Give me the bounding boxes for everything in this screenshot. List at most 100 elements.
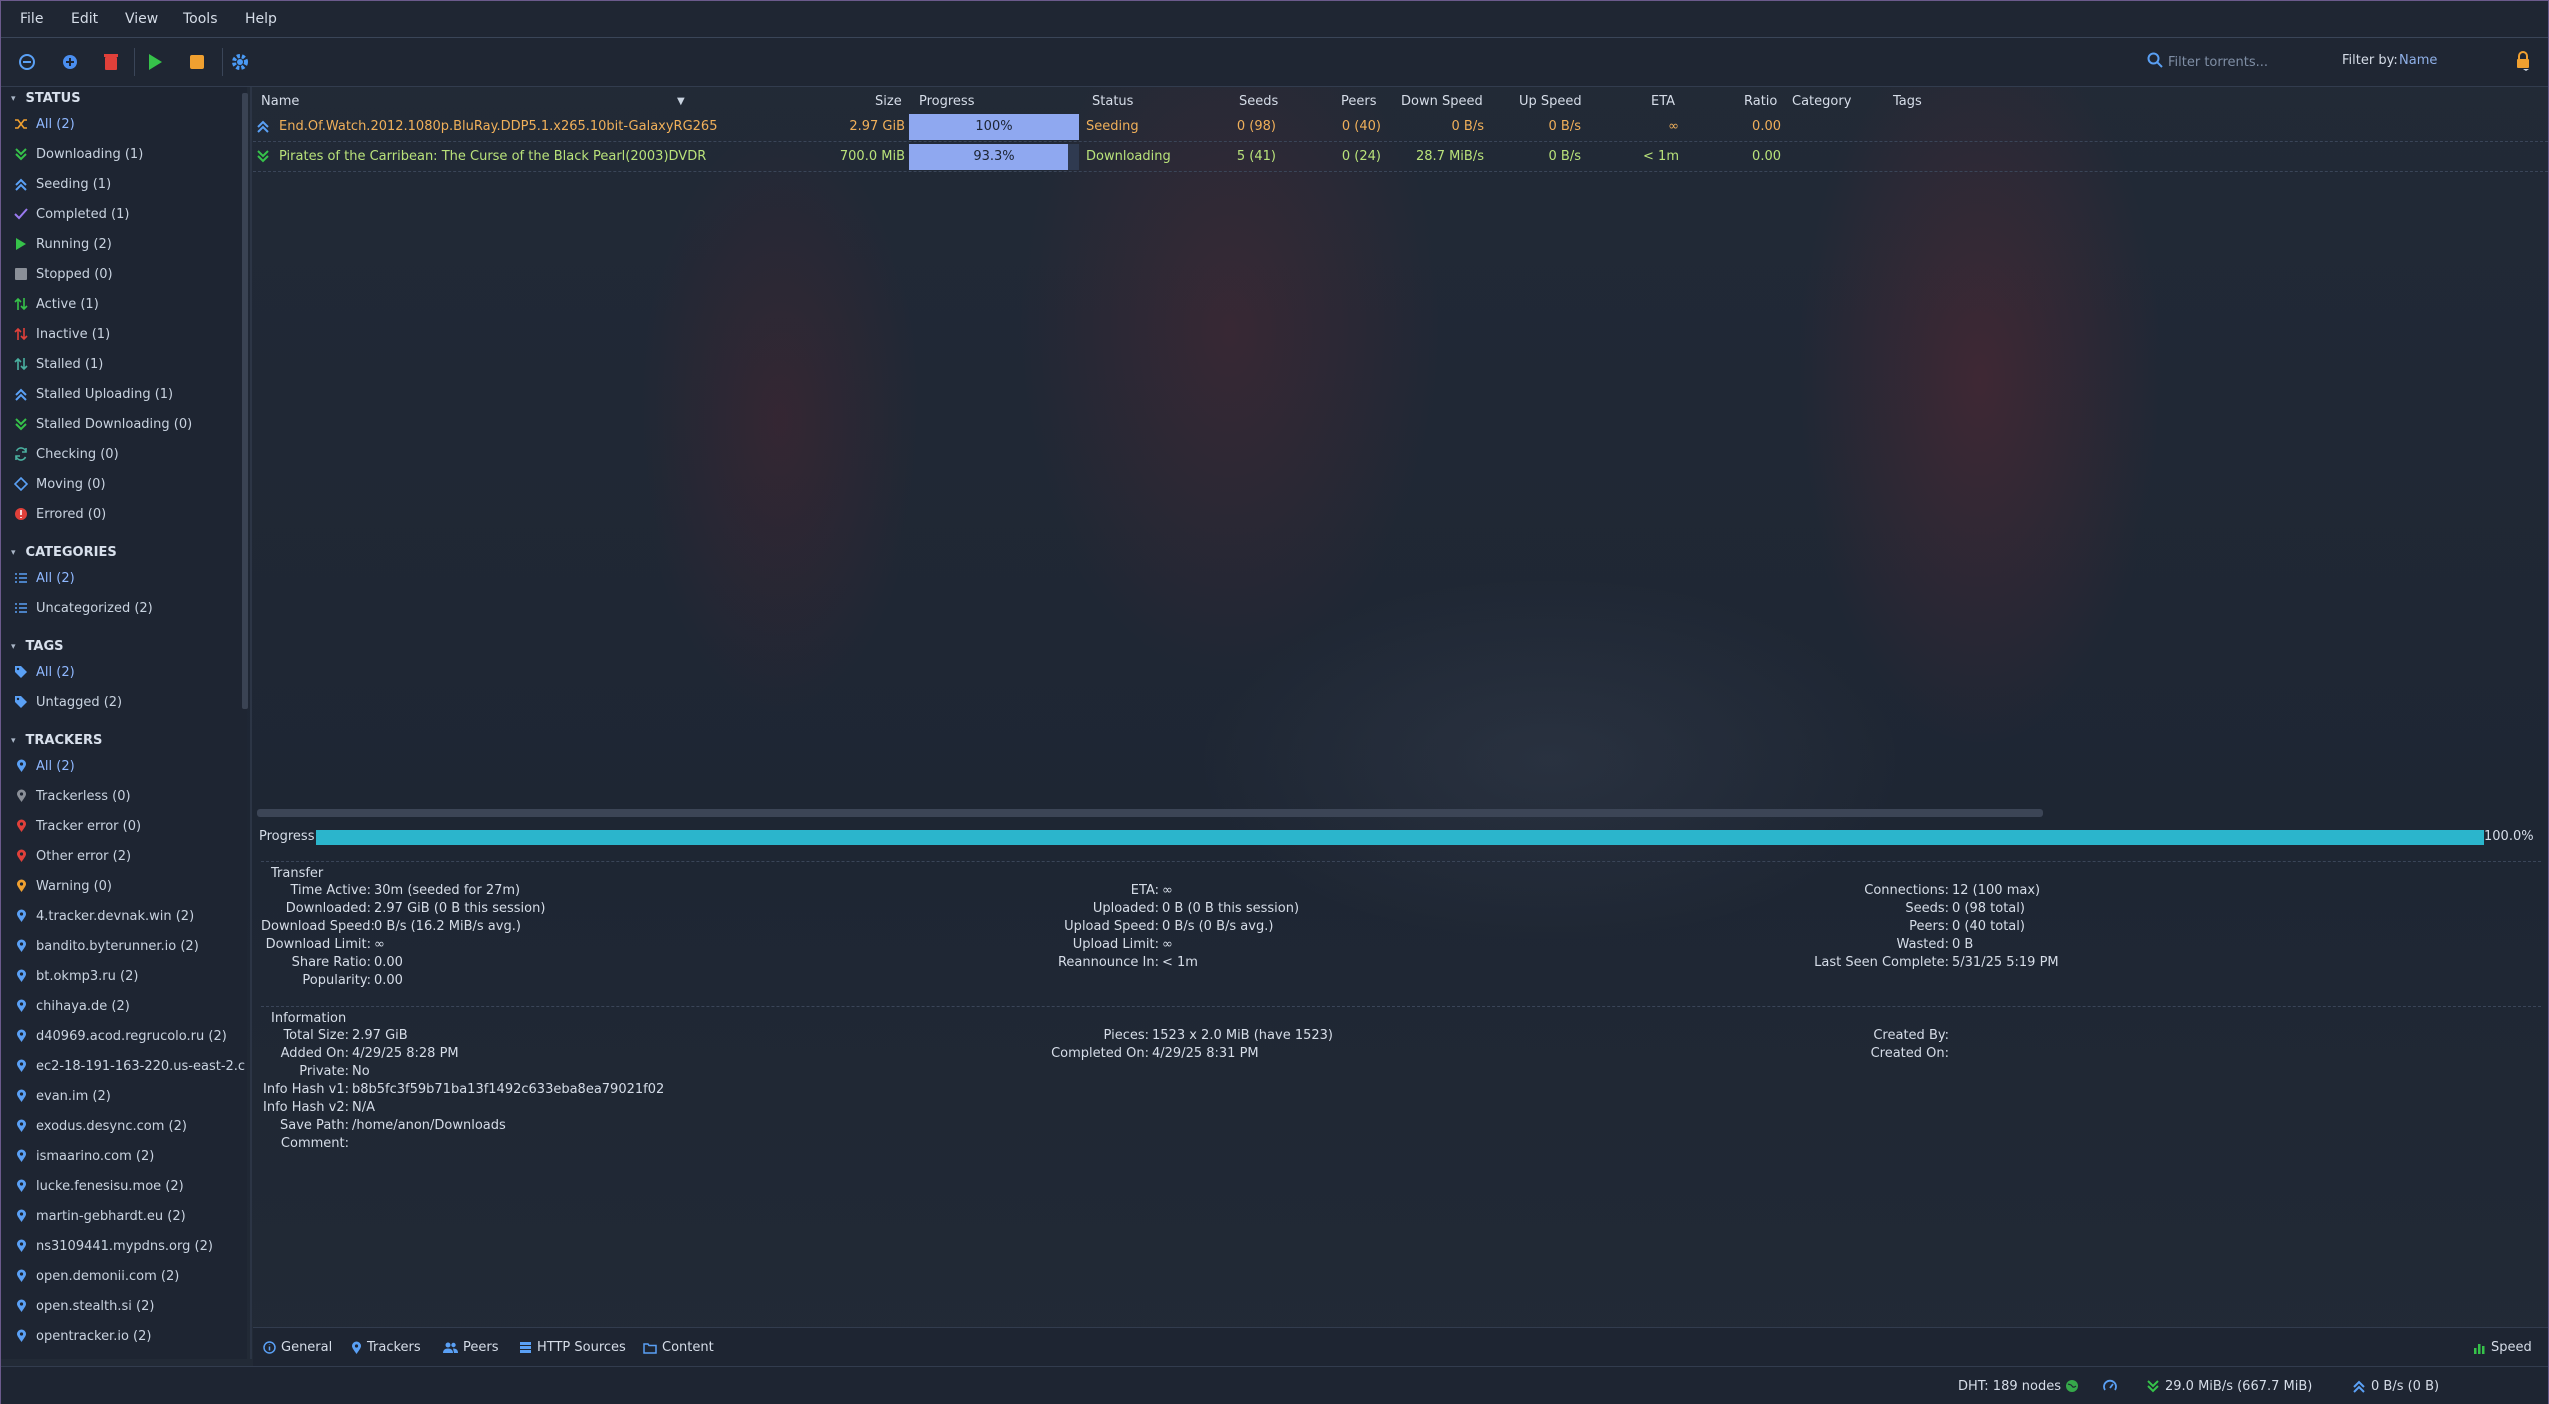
tracker-filter-item[interactable]: Trackerless (0) <box>13 785 245 807</box>
tab-http-sources[interactable]: HTTP Sources <box>519 1340 626 1355</box>
col-ratio[interactable]: Ratio <box>1744 94 1777 109</box>
menu-view[interactable]: View <box>125 11 158 27</box>
tracker-filter-item[interactable]: opentracker.io (2) <box>13 1325 245 1347</box>
tab-peers[interactable]: Peers <box>443 1340 499 1355</box>
torrent-name: Pirates of the Carribean: The Curse of t… <box>279 149 707 164</box>
tracker-filter-item[interactable]: ismaarino.com (2) <box>13 1145 245 1167</box>
download-speed-status[interactable]: 29.0 MiB/s (667.7 MiB) <box>2147 1379 2312 1394</box>
col-seeds[interactable]: Seeds <box>1239 94 1278 109</box>
col-up-speed[interactable]: Up Speed <box>1519 94 1582 109</box>
tracker-filter-item-label: evan.im (2) <box>36 1088 111 1104</box>
add-torrent-file-button[interactable] <box>58 50 82 74</box>
status-filter-item[interactable]: Running (2) <box>13 233 245 255</box>
tracker-filter-item[interactable]: bandito.byterunner.io (2) <box>13 935 245 957</box>
tracker-filter-item[interactable]: Warning (0) <box>13 875 245 897</box>
status-filter-item[interactable]: Inactive (1) <box>13 323 245 345</box>
col-size[interactable]: Size <box>875 94 902 109</box>
status-filter-item[interactable]: Stalled (1) <box>13 353 245 375</box>
map-pin-icon <box>13 1298 29 1314</box>
tracker-filter-item[interactable]: open.stealth.si (2) <box>13 1295 245 1317</box>
detail-field: Completed On: 4/29/25 8:31 PM <box>1013 1046 1259 1061</box>
status-filter-item[interactable]: Active (1) <box>13 293 245 315</box>
status-filter-item[interactable]: Stalled Uploading (1) <box>13 383 245 405</box>
map-pin-icon <box>13 1268 29 1284</box>
col-peers[interactable]: Peers <box>1341 94 1377 109</box>
tab-content[interactable]: Content <box>643 1340 714 1355</box>
lock-icon[interactable] <box>2515 51 2531 71</box>
connection-status[interactable] <box>2065 1379 2079 1393</box>
status-section-header[interactable]: ▾ STATUS <box>11 91 81 106</box>
col-down-speed[interactable]: Down Speed <box>1401 94 1483 109</box>
torrent-progress-bar: 93.3% <box>909 144 1079 170</box>
filter-by-select[interactable]: Name <box>2399 53 2437 68</box>
upload-speed-status[interactable]: 0 B/s (0 B) <box>2353 1379 2439 1394</box>
status-filter-item[interactable]: Completed (1) <box>13 203 245 225</box>
resume-button[interactable] <box>143 50 167 74</box>
torrent-eta: ∞ <box>1668 119 1679 134</box>
sidebar-scrollbar[interactable] <box>242 93 248 709</box>
torrent-list-hscrollbar[interactable] <box>257 809 2043 817</box>
col-tags[interactable]: Tags <box>1893 94 1922 109</box>
add-torrent-link-button[interactable] <box>15 50 39 74</box>
torrent-row[interactable]: Pirates of the Carribean: The Curse of t… <box>253 143 2548 172</box>
delete-torrent-button[interactable] <box>99 50 123 74</box>
tracker-filter-item[interactable]: martin-gebhardt.eu (2) <box>13 1205 245 1227</box>
detail-field-value: 0 B/s (16.2 MiB/s avg.) <box>374 919 521 934</box>
detail-field-value: 2.97 GiB <box>352 1028 408 1043</box>
status-filter-item[interactable]: Moving (0) <box>13 473 245 495</box>
tracker-filter-item[interactable]: lucke.fenesisu.moe (2) <box>13 1175 245 1197</box>
tab-trackers[interactable]: Trackers <box>351 1340 421 1355</box>
speed-button[interactable]: Speed <box>2473 1340 2532 1355</box>
torrent-down-speed: 0 B/s <box>1451 119 1484 134</box>
tracker-filter-item-label: Warning (0) <box>36 878 112 894</box>
tag-icon <box>13 694 29 710</box>
options-button[interactable] <box>228 50 252 74</box>
tab-general[interactable]: General <box>263 1340 332 1355</box>
tracker-filter-item[interactable]: 4.tracker.devnak.win (2) <box>13 905 245 927</box>
menu-file[interactable]: File <box>20 11 43 27</box>
col-eta[interactable]: ETA <box>1651 94 1675 109</box>
tracker-filter-item[interactable]: exodus.desync.com (2) <box>13 1115 245 1137</box>
tracker-filter-item[interactable]: All (2) <box>13 755 245 777</box>
menu-tools[interactable]: Tools <box>183 11 218 27</box>
detail-field: Created By: <box>1753 1028 1952 1043</box>
tracker-filter-item[interactable]: d40969.acod.regrucolo.ru (2) <box>13 1025 245 1047</box>
alt-speed-toggle[interactable] <box>2103 1379 2117 1393</box>
tracker-filter-item[interactable]: ec2-18-191-163-220.us-east-2.co... <box>13 1055 245 1077</box>
tag-filter-item[interactable]: Untagged (2) <box>13 691 245 713</box>
status-filter-item[interactable]: Checking (0) <box>13 443 245 465</box>
status-filter-item[interactable]: Downloading (1) <box>13 143 245 165</box>
detail-field-key: Info Hash v2: <box>263 1100 349 1115</box>
status-filter-item[interactable]: Stopped (0) <box>13 263 245 285</box>
tracker-filter-item[interactable]: ns3109441.mypdns.org (2) <box>13 1235 245 1257</box>
tracker-filter-item[interactable]: open.demonii.com (2) <box>13 1265 245 1287</box>
menu-help[interactable]: Help <box>245 11 277 27</box>
stop-button[interactable] <box>185 50 209 74</box>
menu-edit[interactable]: Edit <box>71 11 98 27</box>
col-status[interactable]: Status <box>1092 94 1133 109</box>
tag-filter-item[interactable]: All (2) <box>13 661 245 683</box>
tracker-filter-item[interactable]: Other error (2) <box>13 845 245 867</box>
col-category[interactable]: Category <box>1792 94 1851 109</box>
status-filter-item[interactable]: Stalled Downloading (0) <box>13 413 245 435</box>
trackers-section-header[interactable]: ▾ TRACKERS <box>11 733 102 748</box>
tags-section-header[interactable]: ▾ TAGS <box>11 639 63 654</box>
detail-field-value: 4/29/25 8:28 PM <box>352 1046 459 1061</box>
sidebar-splitter[interactable] <box>250 87 252 1359</box>
tracker-filter-item[interactable]: Tracker error (0) <box>13 815 245 837</box>
status-filter-item[interactable]: Errored (0) <box>13 503 245 525</box>
category-filter-item[interactable]: Uncategorized (2) <box>13 597 245 619</box>
tracker-filter-item[interactable]: bt.okmp3.ru (2) <box>13 965 245 987</box>
status-filter-item[interactable]: Seeding (1) <box>13 173 245 195</box>
tracker-filter-item-label: bt.okmp3.ru (2) <box>36 968 139 984</box>
torrent-row[interactable]: End.Of.Watch.2012.1080p.BluRay.DDP5.1.x2… <box>253 113 2548 142</box>
detail-field: Download Speed:0 B/s (16.2 MiB/s avg.) <box>261 919 521 934</box>
tracker-filter-item[interactable]: evan.im (2) <box>13 1085 245 1107</box>
status-filter-item[interactable]: All (2) <box>13 113 245 135</box>
category-filter-item[interactable]: All (2) <box>13 567 245 589</box>
col-progress[interactable]: Progress <box>919 94 974 109</box>
categories-section-header[interactable]: ▾ CATEGORIES <box>11 545 117 560</box>
col-name[interactable]: Name <box>261 94 299 109</box>
tracker-filter-item[interactable]: chihaya.de (2) <box>13 995 245 1017</box>
filter-torrents-input[interactable] <box>2166 49 2360 75</box>
